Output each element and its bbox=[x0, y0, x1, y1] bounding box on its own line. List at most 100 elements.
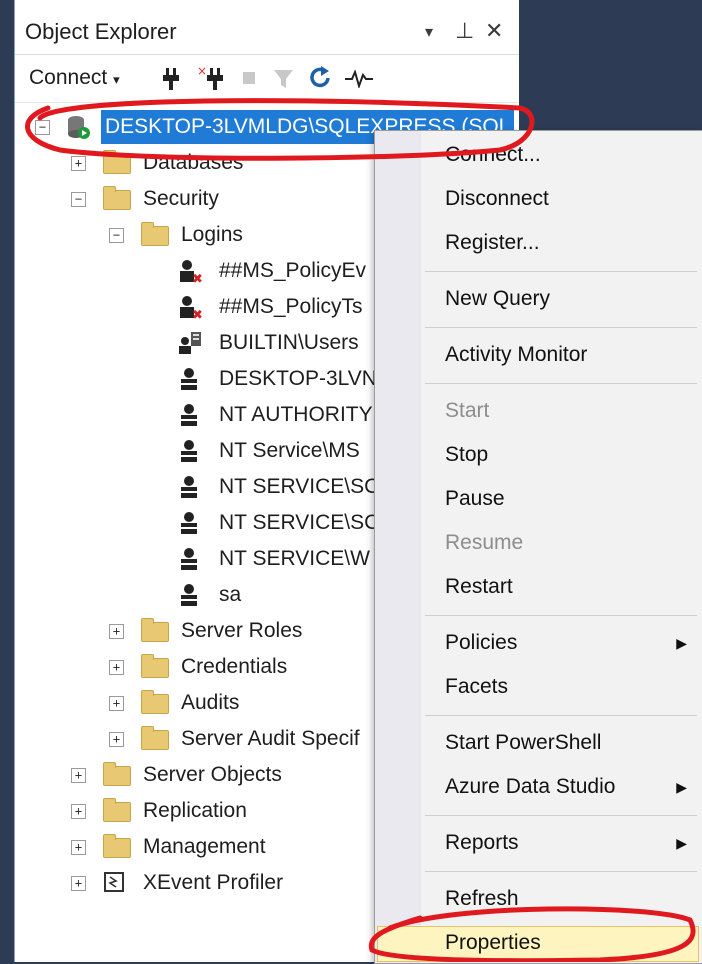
submenu-arrow-icon: ▶ bbox=[676, 835, 687, 851]
menu-item-label: Reports bbox=[445, 831, 519, 854]
login-item[interactable]: NT AUTHORITY bbox=[15, 398, 375, 432]
connect-plug-icon[interactable] bbox=[161, 68, 181, 92]
menu-item-start-powershell[interactable]: Start PowerShell bbox=[375, 723, 701, 763]
tree-node-xevent-profiler[interactable]: + XEvent Profiler bbox=[15, 866, 375, 900]
stop-icon bbox=[243, 72, 255, 84]
menu-item-label: Stop bbox=[445, 443, 489, 466]
menu-item-pause[interactable]: Pause bbox=[375, 479, 701, 519]
login-item[interactable]: DESKTOP-3LVN bbox=[15, 362, 377, 396]
menu-item-reports[interactable]: Reports ▶ bbox=[375, 823, 701, 863]
menu-item-restart[interactable]: Restart bbox=[375, 567, 701, 607]
login-icon bbox=[181, 512, 197, 534]
menu-item-label: Policies bbox=[445, 631, 518, 654]
collapse-icon[interactable]: − bbox=[109, 228, 124, 243]
menu-separator bbox=[425, 383, 697, 384]
menu-item-label: Register... bbox=[445, 231, 540, 254]
collapse-icon[interactable]: − bbox=[35, 120, 50, 135]
tree-node-credentials[interactable]: + Credentials bbox=[15, 650, 375, 684]
login-item[interactable]: NT SERVICE\SC bbox=[15, 506, 379, 540]
login-name: NT SERVICE\SC bbox=[219, 475, 380, 498]
disabled-login-icon: ✖ bbox=[180, 260, 203, 284]
login-name: ##MS_PolicyTs bbox=[219, 295, 363, 318]
tree-label: Server Objects bbox=[143, 763, 282, 786]
expand-icon[interactable]: + bbox=[109, 732, 124, 747]
expand-icon[interactable]: + bbox=[109, 696, 124, 711]
expand-icon[interactable]: + bbox=[109, 624, 124, 639]
login-item[interactable]: sa bbox=[15, 578, 375, 612]
tree-label: Server Roles bbox=[181, 619, 303, 642]
menu-item-start: Start bbox=[375, 391, 701, 431]
activity-monitor-icon[interactable] bbox=[345, 70, 373, 88]
tree-label: Replication bbox=[143, 799, 247, 822]
folder-icon bbox=[103, 150, 131, 174]
svg-text:×: × bbox=[197, 64, 207, 78]
context-menu: Connect... Disconnect Register... New Qu… bbox=[374, 130, 702, 964]
menu-item-stop[interactable]: Stop bbox=[375, 435, 701, 475]
login-item[interactable]: NT SERVICE\W bbox=[15, 542, 375, 576]
login-name: NT SERVICE\SC bbox=[219, 511, 380, 534]
panel-dropdown-button[interactable]: ▾ bbox=[425, 22, 433, 42]
menu-item-connect[interactable]: Connect... bbox=[375, 135, 701, 175]
login-icon bbox=[181, 368, 197, 390]
expand-icon[interactable]: + bbox=[71, 804, 86, 819]
menu-item-facets[interactable]: Facets bbox=[375, 667, 701, 707]
menu-item-properties[interactable]: Properties bbox=[375, 923, 701, 963]
menu-item-disconnect[interactable]: Disconnect bbox=[375, 179, 701, 219]
expand-icon[interactable]: + bbox=[109, 660, 124, 675]
menu-separator bbox=[425, 715, 697, 716]
login-name: NT Service\MS bbox=[219, 439, 360, 462]
tree-node-server-audit-spec[interactable]: + Server Audit Specif bbox=[15, 722, 375, 756]
menu-item-register[interactable]: Register... bbox=[375, 223, 701, 263]
menu-item-policies[interactable]: Policies ▶ bbox=[375, 623, 701, 663]
menu-item-refresh[interactable]: Refresh bbox=[375, 879, 701, 919]
collapse-icon[interactable]: − bbox=[71, 192, 86, 207]
menu-item-label: Resume bbox=[445, 531, 524, 554]
close-icon[interactable]: ✕ bbox=[485, 18, 503, 44]
tree-node-management[interactable]: + Management bbox=[15, 830, 375, 864]
menu-item-label: Start bbox=[445, 399, 490, 422]
folder-icon bbox=[103, 834, 131, 858]
login-icon bbox=[181, 548, 197, 570]
expand-icon[interactable]: + bbox=[71, 840, 86, 855]
tree-label: Security bbox=[143, 187, 219, 210]
login-item[interactable]: ✖ ##MS_PolicyTs bbox=[15, 290, 375, 324]
pin-icon[interactable]: ⊥ bbox=[455, 18, 474, 44]
login-item[interactable]: NT SERVICE\SC bbox=[15, 470, 379, 504]
tree-node-server-objects[interactable]: + Server Objects bbox=[15, 758, 375, 792]
connect-button[interactable]: Connect ▾ bbox=[29, 66, 120, 90]
login-item[interactable]: ✖ ##MS_PolicyEv bbox=[15, 254, 375, 288]
menu-item-resume: Resume bbox=[375, 523, 701, 563]
menu-separator bbox=[425, 327, 697, 328]
disabled-login-icon: ✖ bbox=[180, 296, 203, 320]
menu-item-label: Restart bbox=[445, 575, 513, 598]
panel-title: Object Explorer bbox=[25, 19, 177, 44]
xevent-profiler-icon bbox=[104, 872, 124, 892]
svg-text:✖: ✖ bbox=[192, 272, 203, 284]
disconnect-icon[interactable]: × bbox=[197, 64, 227, 92]
menu-item-label: New Query bbox=[445, 287, 551, 310]
login-item[interactable]: BUILTIN\Users bbox=[15, 326, 375, 360]
folder-icon bbox=[103, 186, 131, 210]
login-name: DESKTOP-3LVN bbox=[219, 367, 377, 390]
menu-item-activity-monitor[interactable]: Activity Monitor bbox=[375, 335, 701, 375]
tree-node-replication[interactable]: + Replication bbox=[15, 794, 375, 828]
submenu-arrow-icon: ▶ bbox=[676, 779, 687, 795]
tree-node-server-roles[interactable]: + Server Roles bbox=[15, 614, 375, 648]
expand-icon[interactable]: + bbox=[71, 768, 86, 783]
login-name: sa bbox=[219, 583, 242, 606]
menu-item-azure-data-studio[interactable]: Azure Data Studio ▶ bbox=[375, 767, 701, 807]
login-item[interactable]: NT Service\MS bbox=[15, 434, 375, 468]
login-icon bbox=[181, 440, 197, 462]
tree-node-databases[interactable]: + Databases bbox=[15, 146, 375, 180]
menu-item-new-query[interactable]: New Query bbox=[375, 279, 701, 319]
tree-node-security[interactable]: − Security bbox=[15, 182, 375, 216]
tree-node-logins[interactable]: − Logins bbox=[15, 218, 375, 252]
login-icon bbox=[181, 476, 197, 498]
expand-icon[interactable]: + bbox=[71, 876, 86, 891]
menu-item-label: Pause bbox=[445, 487, 505, 510]
tree-node-audits[interactable]: + Audits bbox=[15, 686, 375, 720]
server-icon bbox=[68, 116, 90, 139]
refresh-icon[interactable] bbox=[309, 66, 333, 92]
expand-icon[interactable]: + bbox=[71, 156, 86, 171]
login-icon bbox=[181, 404, 197, 426]
